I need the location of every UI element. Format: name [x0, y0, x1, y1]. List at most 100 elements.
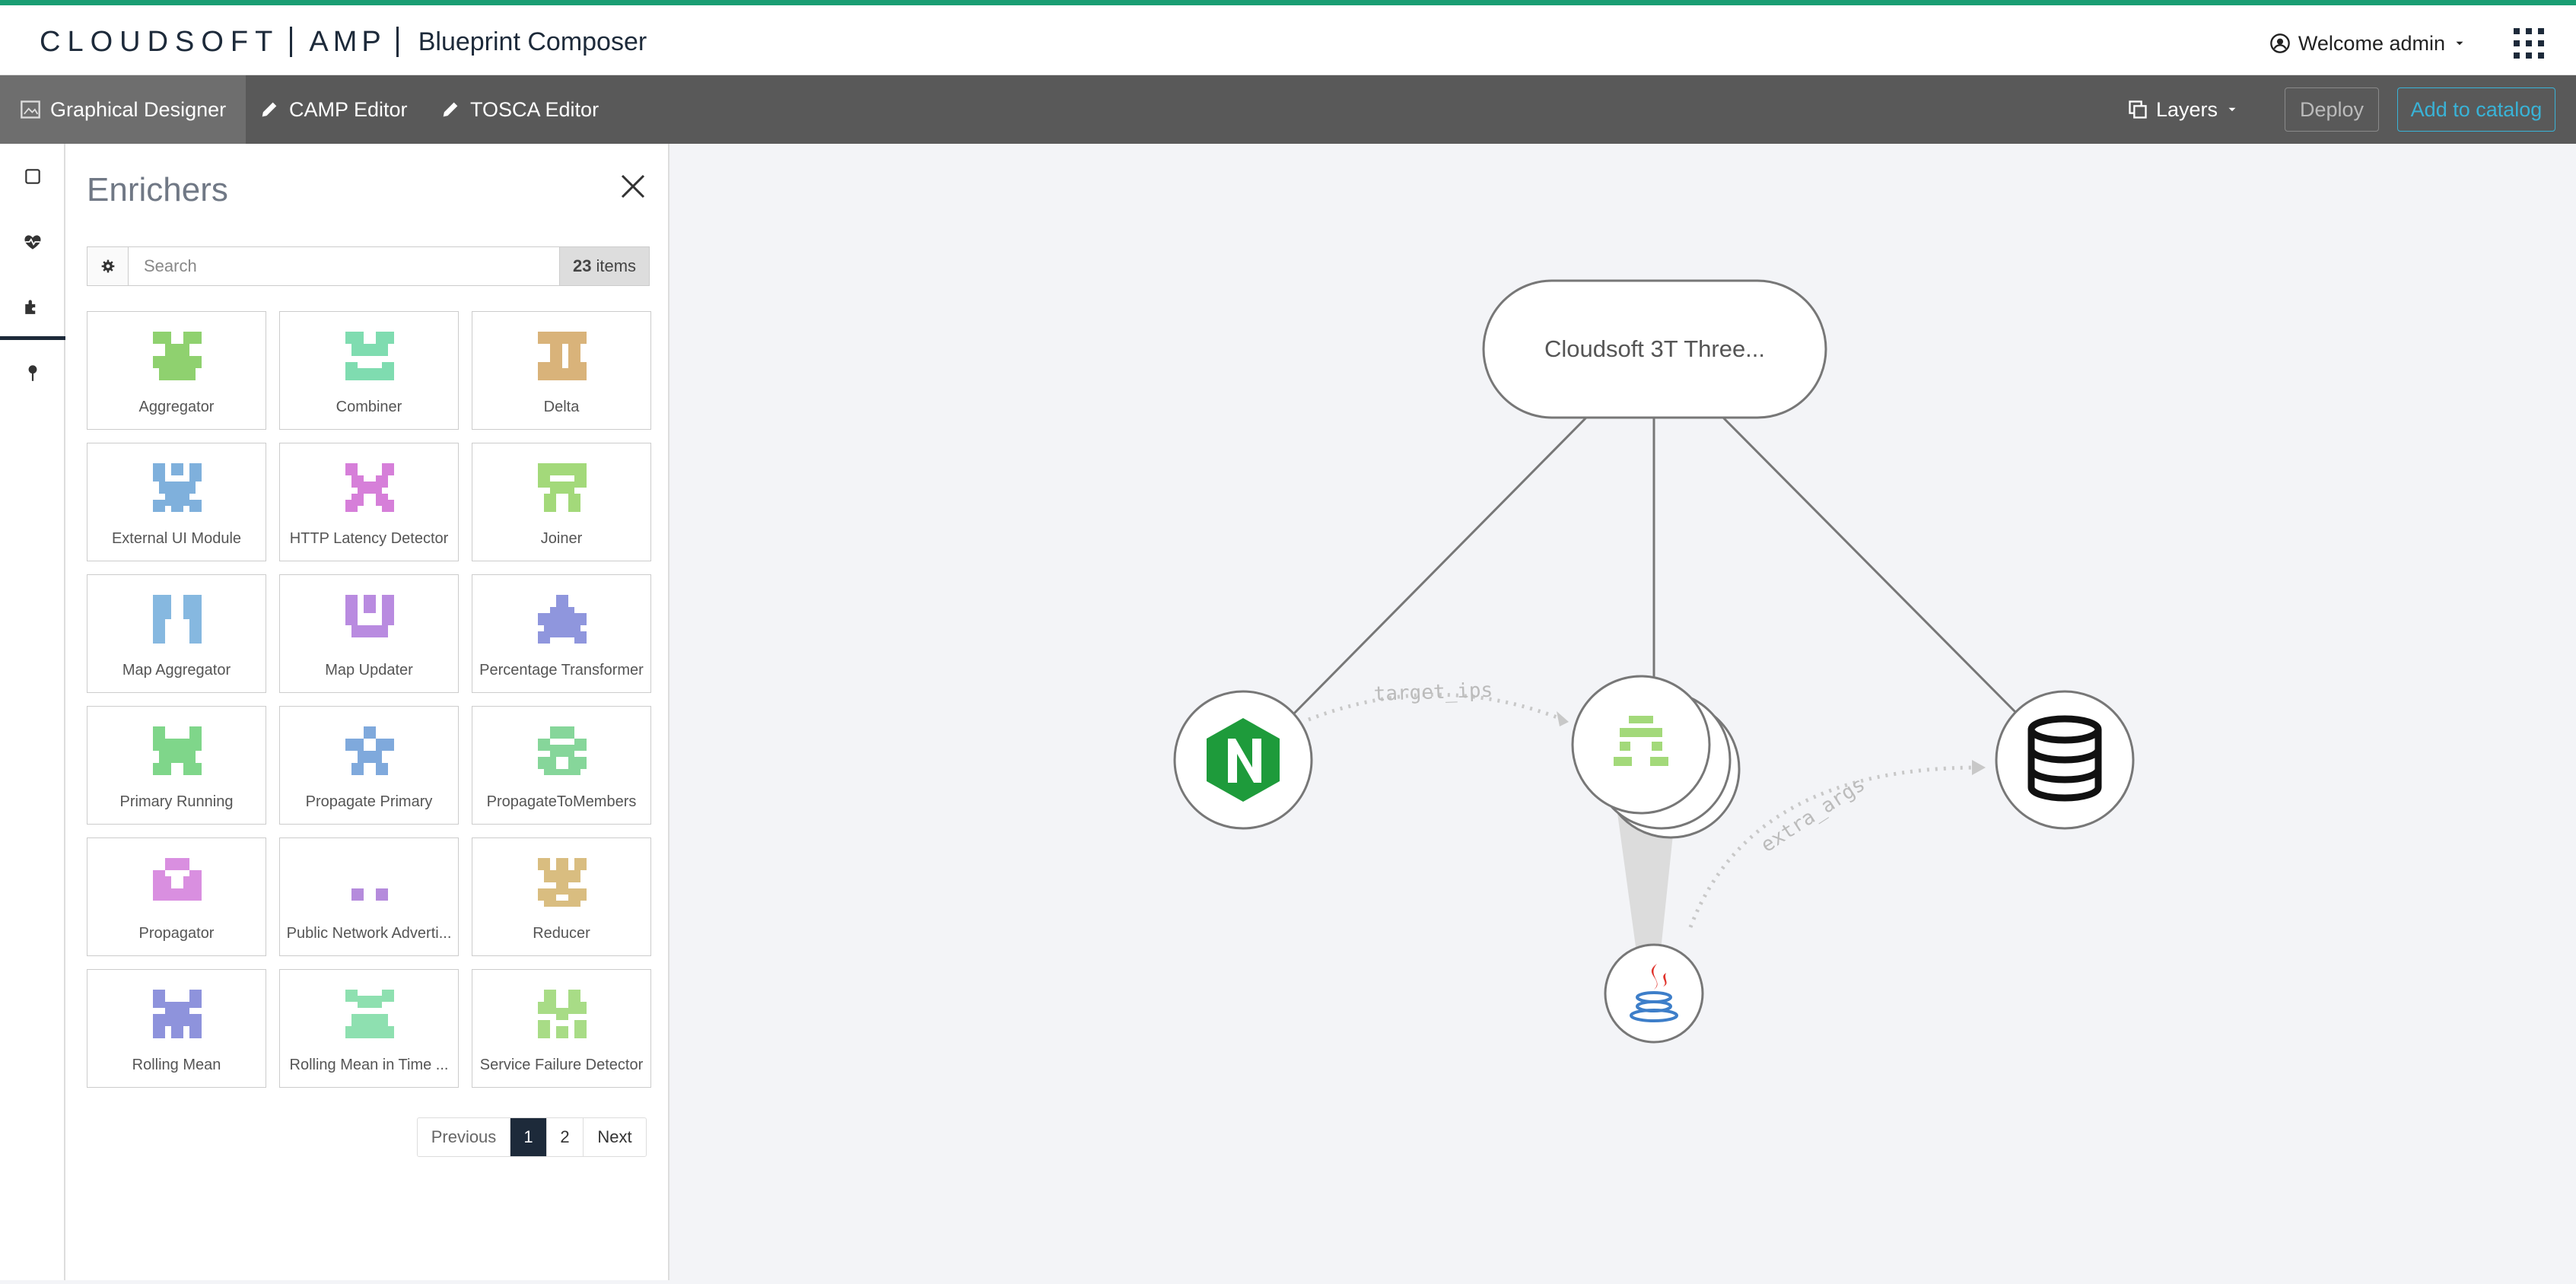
enricher-grid: Aggregator Combiner Delta External UI Modul…: [87, 311, 651, 1088]
user-label: Welcome admin: [2298, 31, 2445, 55]
title-divider: [396, 27, 399, 57]
cluster-node[interactable]: [1571, 675, 1741, 839]
pagination-previous[interactable]: Previous: [418, 1118, 510, 1156]
enricher-icon: [153, 463, 202, 512]
enricher-card[interactable]: Rolling Mean in Time ...: [279, 969, 459, 1088]
enricher-label: Public Network Adverti...: [286, 925, 452, 942]
caret-down-icon: [2456, 41, 2463, 46]
canvas-graph: target_ips extra_args Cloudsoft 3T Three…: [1173, 279, 2135, 1044]
enricher-icon: [538, 858, 587, 907]
edge-label-extra-args: extra_args: [1757, 773, 1869, 857]
tab-label: CAMP Editor: [289, 97, 408, 121]
layers-icon: [2129, 100, 2147, 119]
java-node[interactable]: [1604, 943, 1704, 1044]
pagination: Previous 1 2 Next: [417, 1117, 647, 1157]
enricher-card[interactable]: Propagate Primary: [279, 706, 459, 825]
search-input[interactable]: [129, 247, 559, 285]
top-accent-bar: [0, 0, 2576, 5]
rail-entities[interactable]: [0, 144, 65, 209]
layers-dropdown[interactable]: Layers: [2127, 75, 2239, 144]
edge-root-nginx: [1287, 416, 1588, 720]
enricher-label: PropagateToMembers: [486, 793, 637, 810]
enricher-label: Reducer: [533, 925, 590, 942]
logo-brand-text: CLOUDSOFT: [40, 25, 280, 58]
enricher-card[interactable]: Combiner: [279, 311, 459, 430]
enricher-label: HTTP Latency Detector: [289, 530, 449, 547]
enrichers-panel: Enrichers 23 items Aggregator Combiner Del…: [65, 144, 669, 1280]
tab-camp-editor[interactable]: CAMP Editor: [239, 75, 428, 144]
puzzle-icon: [25, 299, 36, 314]
logo-product-text: AMP: [309, 25, 386, 58]
edge-root-database: [1722, 416, 2019, 716]
apps-grid-icon[interactable]: [2514, 28, 2544, 59]
close-icon[interactable]: [618, 171, 648, 202]
item-count-badge: 23 items: [559, 247, 649, 285]
nginx-node[interactable]: [1173, 690, 1313, 830]
search-bar: 23 items: [87, 246, 650, 286]
enricher-icon: [345, 463, 394, 512]
enricher-card[interactable]: Map Updater: [279, 574, 459, 693]
enricher-card[interactable]: Joiner: [472, 443, 651, 561]
enricher-card[interactable]: Aggregator: [87, 311, 266, 430]
caret-down-icon: [2228, 107, 2236, 112]
enricher-card[interactable]: Delta: [472, 311, 651, 430]
enricher-label: Joiner: [540, 530, 583, 547]
enricher-icon: [345, 990, 394, 1038]
edge-label-target-ips: target_ips: [1373, 679, 1493, 706]
brand-logo[interactable]: CLOUDSOFT AMP Blueprint Composer: [40, 24, 647, 60]
enricher-label: External UI Module: [111, 530, 242, 547]
enricher-icon: [153, 726, 202, 775]
enricher-icon: [153, 595, 202, 644]
pagination-page-1[interactable]: 1: [510, 1118, 547, 1156]
enricher-card[interactable]: Primary Running: [87, 706, 266, 825]
rail-locations[interactable]: [0, 340, 65, 405]
enricher-card[interactable]: Service Failure Detector: [472, 969, 651, 1088]
side-rail: [0, 144, 65, 1280]
enricher-label: Rolling Mean: [132, 1057, 221, 1073]
tab-graphical-designer[interactable]: Graphical Designer: [0, 75, 246, 144]
enricher-icon: [538, 463, 587, 512]
deploy-button[interactable]: Deploy: [2285, 87, 2379, 132]
enricher-label: Aggregator: [138, 399, 215, 415]
gear-icon: [101, 259, 114, 273]
pagination-next[interactable]: Next: [584, 1118, 646, 1156]
enricher-icon: [538, 595, 587, 644]
enricher-card[interactable]: Percentage Transformer: [472, 574, 651, 693]
relation-arrowhead: [1557, 711, 1569, 726]
tab-tosca-editor[interactable]: TOSCA Editor: [420, 75, 619, 144]
layers-label: Layers: [2156, 97, 2218, 121]
pencil-icon: [262, 102, 277, 117]
enricher-label: Rolling Mean in Time ...: [289, 1057, 449, 1073]
editor-toolbar: Graphical Designer CAMP Editor TOSCA Edi…: [0, 75, 2576, 144]
enricher-label: Percentage Transformer: [479, 662, 644, 679]
enricher-label: Delta: [543, 399, 580, 415]
pagination-page-2[interactable]: 2: [547, 1118, 584, 1156]
enricher-card[interactable]: Map Aggregator: [87, 574, 266, 693]
user-circle-icon: [2270, 33, 2290, 53]
enricher-card[interactable]: Propagator: [87, 837, 266, 956]
rail-policies[interactable]: [0, 209, 65, 275]
enricher-label: Map Aggregator: [122, 662, 231, 679]
pencil-icon: [443, 102, 458, 117]
user-menu[interactable]: Welcome admin: [2269, 28, 2466, 59]
enricher-icon: [538, 990, 587, 1038]
enricher-card[interactable]: PropagateToMembers: [472, 706, 651, 825]
tab-label: Graphical Designer: [50, 97, 227, 121]
add-to-catalog-button[interactable]: Add to catalog: [2397, 87, 2555, 132]
enricher-label: Service Failure Detector: [479, 1057, 644, 1073]
enricher-card[interactable]: Public Network Adverti...: [279, 837, 459, 956]
root-node-label: Cloudsoft 3T Three...: [1544, 335, 1765, 362]
enricher-icon: [538, 332, 587, 380]
enricher-card[interactable]: HTTP Latency Detector: [279, 443, 459, 561]
enricher-icon: [351, 888, 388, 901]
design-canvas[interactable]: target_ips extra_args Cloudsoft 3T Three…: [671, 144, 2576, 1280]
enricher-card[interactable]: Rolling Mean: [87, 969, 266, 1088]
rail-enrichers[interactable]: [0, 275, 65, 340]
enricher-card[interactable]: External UI Module: [87, 443, 266, 561]
enricher-label: Propagator: [138, 925, 215, 942]
enricher-label: Propagate Primary: [305, 793, 433, 810]
enricher-card[interactable]: Reducer: [472, 837, 651, 956]
filter-settings-button[interactable]: [87, 247, 129, 285]
enricher-label: Primary Running: [119, 793, 234, 810]
database-node[interactable]: [1995, 690, 2135, 830]
